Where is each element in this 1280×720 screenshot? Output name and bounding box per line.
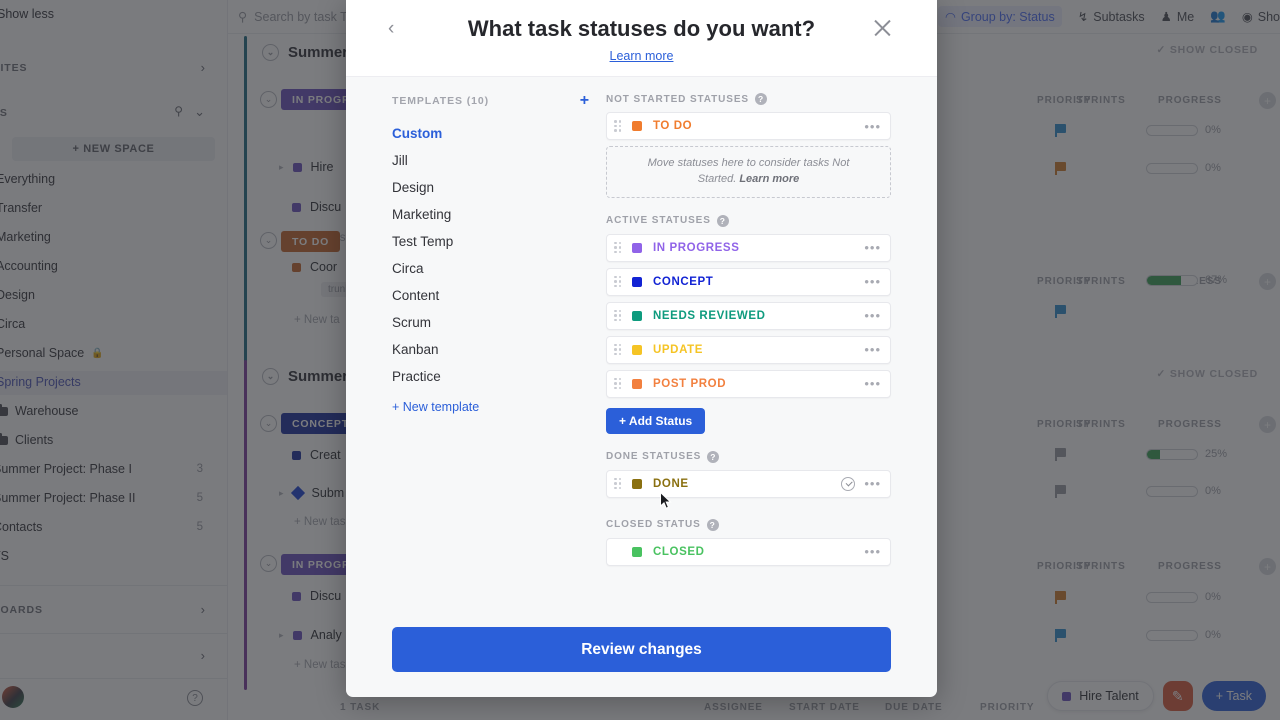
template-item-kanban[interactable]: Kanban [392, 336, 590, 363]
help-icon[interactable]: ? [707, 450, 720, 463]
status-label: UPDATE [653, 343, 704, 356]
status-color-swatch[interactable] [632, 121, 642, 131]
template-item-scrum[interactable]: Scrum [392, 309, 590, 336]
templates-panel: TEMPLATES (10) + Custom Jill Design Mark… [346, 93, 606, 614]
status-row-in-progress[interactable]: IN PROGRESS ••• [606, 233, 891, 262]
closed-status-heading: CLOSED STATUS ? [606, 518, 891, 531]
status-label: DONE [653, 477, 689, 490]
section-label: ACTIVE STATUSES [606, 215, 711, 227]
done-statuses-heading: DONE STATUSES ? [606, 450, 891, 463]
status-label: NEEDS REVIEWED [653, 309, 766, 322]
status-color-swatch[interactable] [632, 310, 642, 321]
drag-handle-icon[interactable] [614, 275, 622, 288]
status-row-post-prod[interactable]: POST PROD ••• [606, 369, 891, 398]
status-label: CLOSED [653, 545, 705, 558]
status-color-swatch[interactable] [632, 344, 642, 355]
section-label: DONE STATUSES [606, 451, 702, 463]
status-menu-icon[interactable]: ••• [864, 377, 881, 390]
modal-header: ‹ What task statuses do you want? Learn … [346, 0, 937, 77]
status-menu-icon[interactable]: ••• [864, 545, 881, 558]
status-menu-icon[interactable]: ••• [864, 343, 881, 356]
template-item-marketing[interactable]: Marketing [392, 201, 590, 228]
status-color-swatch[interactable] [632, 276, 642, 287]
help-icon[interactable]: ? [716, 214, 729, 227]
template-item-test-temp[interactable]: Test Temp [392, 228, 590, 255]
not-started-dropzone[interactable]: Move statuses here to consider tasks Not… [606, 146, 891, 198]
status-row-done[interactable]: DONE ••• [606, 469, 891, 498]
status-row-concept[interactable]: CONCEPT ••• [606, 267, 891, 296]
drag-handle-icon[interactable] [614, 120, 622, 132]
learn-more-link[interactable]: Learn more [368, 49, 915, 63]
add-status-button[interactable]: + Add Status [606, 407, 706, 434]
templates-heading: TEMPLATES (10) [392, 95, 489, 107]
help-icon[interactable]: ? [706, 518, 719, 531]
template-item-jill[interactable]: Jill [392, 147, 590, 174]
status-label: IN PROGRESS [653, 241, 740, 254]
status-label: CONCEPT [653, 275, 714, 288]
status-menu-icon[interactable]: ••• [864, 309, 881, 322]
status-color-swatch[interactable] [632, 242, 642, 253]
section-label: CLOSED STATUS [606, 519, 701, 531]
status-menu-icon[interactable]: ••• [864, 120, 881, 133]
dropzone-learn-more-link[interactable]: Learn more [739, 173, 799, 185]
templates-header: TEMPLATES (10) + [392, 93, 590, 109]
drag-handle-icon[interactable] [614, 477, 622, 490]
template-item-design[interactable]: Design [392, 174, 590, 201]
template-item-practice[interactable]: Practice [392, 363, 590, 390]
template-item-content[interactable]: Content [392, 282, 590, 309]
drag-handle-icon[interactable] [614, 343, 622, 356]
drag-handle-icon[interactable] [614, 309, 622, 322]
check-circle-icon[interactable] [841, 476, 856, 491]
page-title: What task statuses do you want? [467, 16, 816, 41]
active-statuses-heading: ACTIVE STATUSES ? [606, 214, 891, 227]
template-item-circa[interactable]: Circa [392, 255, 590, 282]
statuses-panel: NOT STARTED STATUSES ? TO DO ••• Move st… [606, 93, 937, 614]
modal-footer: Review changes [346, 614, 937, 697]
status-menu-icon[interactable]: ••• [864, 275, 881, 288]
status-color-swatch[interactable] [632, 478, 642, 489]
status-row-to-do[interactable]: TO DO ••• [606, 112, 891, 140]
drag-handle-icon[interactable] [614, 241, 622, 254]
status-label: POST PROD [653, 377, 727, 390]
status-row-update[interactable]: UPDATE ••• [606, 335, 891, 364]
review-changes-button[interactable]: Review changes [392, 627, 891, 672]
help-icon[interactable]: ? [755, 93, 767, 105]
not-started-statuses-heading: NOT STARTED STATUSES ? [606, 93, 891, 105]
status-label: TO DO [653, 120, 693, 132]
new-template-button[interactable]: + New template [392, 390, 590, 414]
drag-handle-icon[interactable] [614, 377, 622, 390]
status-menu-icon[interactable]: ••• [864, 241, 881, 254]
section-label: NOT STARTED STATUSES [606, 93, 749, 105]
modal-body: TEMPLATES (10) + Custom Jill Design Mark… [346, 77, 937, 614]
back-icon[interactable]: ‹ [388, 19, 394, 38]
status-row-closed[interactable]: CLOSED ••• [606, 537, 891, 566]
task-statuses-modal: ‹ What task statuses do you want? Learn … [346, 0, 937, 697]
status-menu-icon[interactable]: ••• [864, 477, 881, 490]
close-icon[interactable] [872, 17, 893, 38]
template-item-custom[interactable]: Custom [392, 120, 590, 147]
status-color-swatch[interactable] [632, 546, 642, 557]
status-color-swatch[interactable] [632, 378, 642, 389]
status-row-needs-reviewed[interactable]: NEEDS REVIEWED ••• [606, 301, 891, 330]
mouse-cursor [660, 492, 672, 509]
add-template-icon[interactable]: + [580, 93, 590, 109]
